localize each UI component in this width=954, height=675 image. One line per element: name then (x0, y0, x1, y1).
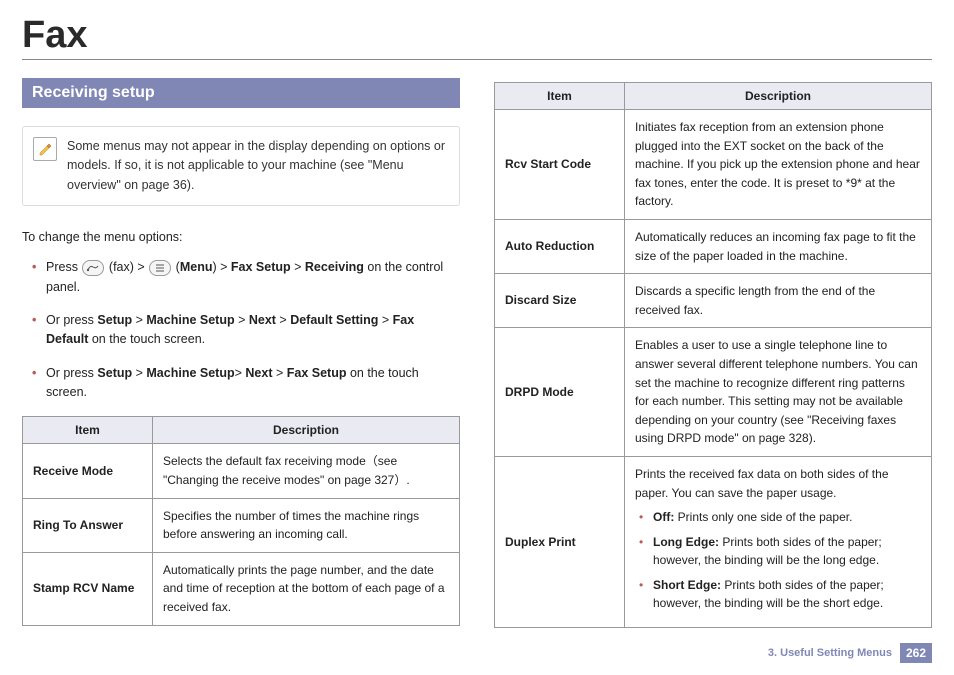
table-row: Stamp RCV Name Automatically prints the … (23, 552, 460, 625)
page-footer: 3. Useful Setting Menus 262 (768, 643, 932, 663)
step-text: ) > (212, 260, 230, 274)
title-divider (22, 59, 932, 60)
cell-item: Ring To Answer (23, 498, 153, 552)
step-2: Or press Setup > Machine Setup > Next > … (32, 311, 460, 350)
note-icon (33, 137, 57, 161)
cell-desc: Specifies the number of times the machin… (153, 498, 460, 552)
table-row: Auto Reduction Automatically reduces an … (495, 219, 932, 273)
cell-desc: Automatically reduces an incoming fax pa… (625, 219, 932, 273)
step-bold: Machine Setup (146, 313, 234, 327)
table-row: Ring To Answer Specifies the number of t… (23, 498, 460, 552)
step-text: > (132, 366, 146, 380)
opt-label: Long Edge: (653, 535, 719, 549)
step-text: Or press (46, 313, 97, 327)
cell-item: Duplex Print (495, 456, 625, 627)
footer-chapter: 3. Useful Setting Menus (768, 647, 892, 659)
page-title: Fax (22, 14, 932, 57)
step-3: Or press Setup > Machine Setup> Next > F… (32, 364, 460, 403)
step-text: Or press (46, 366, 97, 380)
step-bold: Default Setting (290, 313, 378, 327)
table-row: Discard Size Discards a specific length … (495, 274, 932, 328)
menu-icon (149, 260, 171, 276)
two-column-layout: Receiving setup Some menus may not appea… (22, 78, 932, 628)
step-text: > (272, 366, 286, 380)
right-feature-table: Item Description Rcv Start Code Initiate… (494, 82, 932, 628)
th-desc: Description (625, 83, 932, 110)
step-bold: Receiving (305, 260, 364, 274)
cell-item: Rcv Start Code (495, 110, 625, 220)
step-bold: Fax Setup (231, 260, 291, 274)
table-row: Rcv Start Code Initiates fax reception f… (495, 110, 932, 220)
step-bold: Menu (180, 260, 213, 274)
step-text: (fax) > (109, 260, 148, 274)
table-row: Receive Mode Selects the default fax rec… (23, 444, 460, 498)
cell-item: DRPD Mode (495, 328, 625, 457)
list-item: Off: Prints only one side of the paper. (639, 508, 921, 527)
cell-item: Auto Reduction (495, 219, 625, 273)
step-text: > (276, 313, 290, 327)
cell-desc: Discards a specific length from the end … (625, 274, 932, 328)
intro-text: To change the menu options: (22, 230, 460, 244)
step-bold: Next (249, 313, 276, 327)
opt-text: Prints only one side of the paper. (674, 510, 852, 524)
note-box: Some menus may not appear in the display… (22, 126, 460, 206)
cell-desc: Enables a user to use a single telephone… (625, 328, 932, 457)
list-item: Long Edge: Prints both sides of the pape… (639, 533, 921, 570)
step-text: > (235, 366, 246, 380)
table-row: DRPD Mode Enables a user to use a single… (495, 328, 932, 457)
step-text: on the touch screen. (88, 332, 205, 346)
note-text: Some menus may not appear in the display… (67, 139, 445, 192)
step-text: > (235, 313, 249, 327)
duplex-options: Off: Prints only one side of the paper. … (635, 508, 921, 613)
cell-desc: Prints the received fax data on both sid… (625, 456, 932, 627)
steps-list: Press (fax) > (Menu) > Fax Setup > Recei… (22, 258, 460, 402)
left-column: Receiving setup Some menus may not appea… (22, 78, 460, 628)
th-desc: Description (153, 417, 460, 444)
step-text: Press (46, 260, 78, 274)
step-1: Press (fax) > (Menu) > Fax Setup > Recei… (32, 258, 460, 297)
step-text: > (291, 260, 305, 274)
section-heading: Receiving setup (22, 78, 460, 108)
step-text: > (132, 313, 146, 327)
opt-label: Off: (653, 510, 674, 524)
step-bold: Setup (97, 366, 132, 380)
step-bold: Fax Setup (287, 366, 347, 380)
right-column: Item Description Rcv Start Code Initiate… (494, 78, 932, 628)
th-item: Item (23, 417, 153, 444)
cell-desc: Automatically prints the page number, an… (153, 552, 460, 625)
cell-item: Receive Mode (23, 444, 153, 498)
left-feature-table: Item Description Receive Mode Selects th… (22, 416, 460, 625)
table-row: Duplex Print Prints the received fax dat… (495, 456, 932, 627)
cell-item: Stamp RCV Name (23, 552, 153, 625)
opt-label: Short Edge: (653, 578, 721, 592)
step-text: > (378, 313, 392, 327)
fax-icon (82, 260, 104, 276)
duplex-lead: Prints the received fax data on both sid… (635, 465, 921, 502)
step-bold: Next (245, 366, 272, 380)
list-item: Short Edge: Prints both sides of the pap… (639, 576, 921, 613)
page-number: 262 (900, 643, 932, 663)
cell-item: Discard Size (495, 274, 625, 328)
cell-desc: Initiates fax reception from an extensio… (625, 110, 932, 220)
step-bold: Machine Setup (146, 366, 234, 380)
th-item: Item (495, 83, 625, 110)
cell-desc: Selects the default fax receiving mode（s… (153, 444, 460, 498)
step-bold: Setup (97, 313, 132, 327)
